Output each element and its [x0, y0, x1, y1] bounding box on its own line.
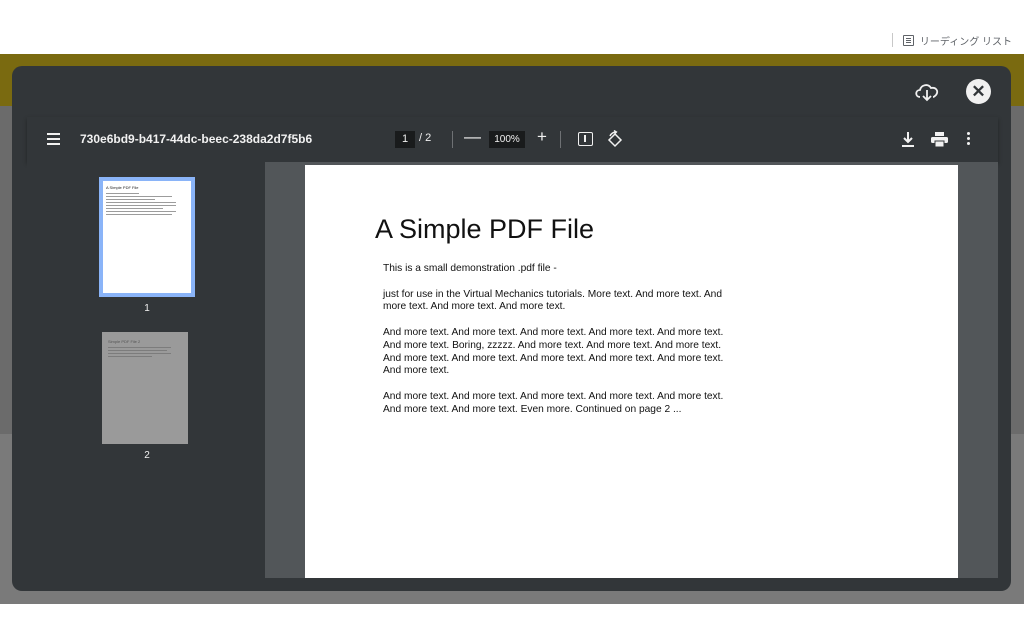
pdf-page: A Simple PDF File This is a small demons…: [305, 165, 958, 578]
pdf-paragraph: And more text. And more text. And more t…: [383, 326, 724, 377]
rotate-icon[interactable]: [606, 130, 624, 148]
pdf-paragraph: just for use in the Virtual Mechanics tu…: [383, 288, 722, 313]
pdf-page-title: A Simple PDF File: [375, 214, 595, 244]
reading-list-icon: [902, 34, 914, 46]
page-number-input[interactable]: 1: [395, 131, 415, 148]
reading-list-button[interactable]: リーディング リスト: [891, 32, 1012, 48]
thumbnail-page-1[interactable]: A Simple PDF File 1: [99, 177, 195, 314]
thumbnail-title: Simple PDF File 2: [108, 339, 141, 344]
zoom-out-button[interactable]: —: [464, 127, 481, 147]
thumbnail-page-2[interactable]: Simple PDF File 2 2: [99, 332, 195, 461]
cloud-download-icon[interactable]: [913, 80, 941, 102]
pdf-toolbar: 730e6bd9-b417-44dc-beec-238da2d7f5b6 1 /…: [27, 117, 998, 162]
toolbar-divider: [452, 131, 453, 148]
pdf-paragraph: And more text. And more text. And more t…: [383, 390, 724, 415]
fit-to-page-icon[interactable]: [578, 132, 593, 146]
menu-icon[interactable]: [47, 133, 60, 145]
close-button[interactable]: ✕: [966, 79, 991, 104]
page-total: / 2: [419, 132, 432, 144]
thumbnail-title: A Simple PDF File: [106, 185, 139, 190]
more-options-icon[interactable]: [967, 132, 971, 147]
toolbar-divider: [891, 33, 893, 47]
pdf-viewer-area[interactable]: A Simple PDF File This is a small demons…: [265, 162, 998, 578]
thumbnail-preview: Simple PDF File 2: [102, 332, 188, 444]
zoom-level-input[interactable]: 100%: [489, 131, 525, 148]
thumbnail-number: 1: [144, 303, 150, 314]
toolbar-divider: [560, 131, 561, 148]
download-icon[interactable]: [901, 131, 915, 148]
thumbnail-sidebar: A Simple PDF File 1 Simple PDF File 2 2: [27, 162, 265, 578]
document-title: 730e6bd9-b417-44dc-beec-238da2d7f5b6: [80, 132, 313, 146]
browser-toolbar: リーディング リスト: [0, 0, 1024, 54]
print-icon[interactable]: [931, 132, 948, 147]
thumbnail-preview: A Simple PDF File: [99, 177, 195, 297]
reading-list-label: リーディング リスト: [919, 36, 1012, 48]
pdf-paragraph: This is a small demonstration .pdf file …: [383, 263, 557, 274]
thumbnail-number: 2: [144, 450, 150, 461]
zoom-in-button[interactable]: +: [537, 127, 547, 147]
